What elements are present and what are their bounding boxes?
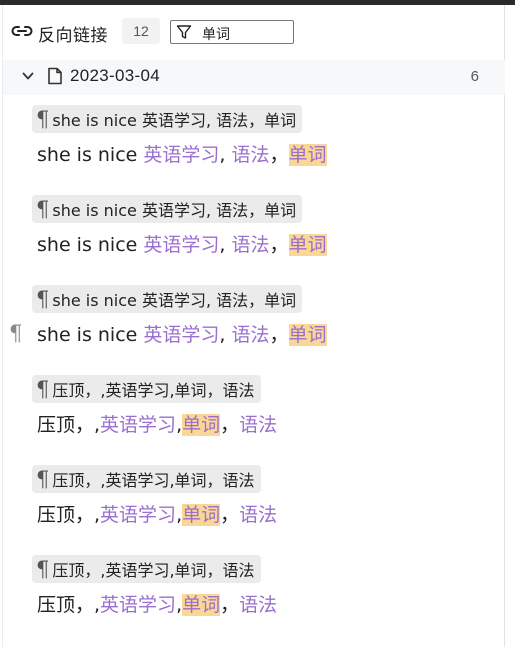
block-ref-text: she is nice 英语学习, 语法，单词 [52, 201, 297, 220]
highlighted-tag-link[interactable]: 单词 [288, 234, 327, 256]
backlink-block-ref[interactable]: ¶ she is nice 英语学习, 语法，单词 [32, 195, 303, 223]
highlighted-tag-link[interactable]: 单词 [182, 504, 221, 526]
backlink-block-ref[interactable]: ¶ she is nice 英语学习, 语法，单词 [32, 285, 303, 313]
tag-link[interactable]: 英语学习 [143, 144, 219, 166]
backlink-block-ref[interactable]: ¶ she is nice 英语学习, 语法，单词 [32, 105, 303, 133]
pilcrow-icon: ¶ [36, 107, 50, 131]
backlink-paragraph[interactable]: 压顶，,英语学习,单词，语法 [37, 590, 277, 617]
tag-link[interactable]: 语法 [232, 144, 270, 166]
paragraph-text: 压顶，, [37, 414, 101, 436]
tag-link[interactable]: 语法 [232, 234, 270, 256]
document-group-header[interactable]: 2023-03-04 6 [3, 60, 505, 95]
filter-icon [176, 25, 192, 39]
pilcrow-icon: ¶ [36, 557, 50, 581]
paragraph-text: she is nice [37, 324, 144, 346]
block-ref-text: 压顶，,英语学习,单词，语法 [52, 381, 255, 400]
window-top-bar [0, 0, 515, 5]
tag-link[interactable]: 语法 [239, 414, 277, 436]
highlighted-tag-link[interactable]: 单词 [288, 324, 327, 346]
tag-link[interactable]: 语法 [239, 504, 277, 526]
panel-left-border [2, 5, 3, 647]
separator-text: ， [220, 504, 240, 526]
backlinks-header: 反向链接 12 单词 [0, 14, 505, 50]
tag-link[interactable]: 英语学习 [143, 234, 219, 256]
highlighted-tag-link[interactable]: 单词 [182, 414, 221, 436]
tag-link[interactable]: 英语学习 [143, 324, 219, 346]
pilcrow-icon: ¶ [36, 467, 50, 491]
panel-title: 反向链接 [38, 26, 108, 46]
group-count: 6 [470, 68, 479, 85]
pilcrow-icon: ¶ [36, 287, 50, 311]
block-ref-text: she is nice 英语学习, 语法，单词 [52, 111, 297, 130]
separator-text: ， [269, 144, 289, 166]
tag-link[interactable]: 英语学习 [100, 594, 176, 616]
backlink-paragraph[interactable]: 压顶，,英语学习,单词，语法 [37, 410, 277, 437]
paragraph-text: she is nice [37, 234, 144, 256]
link-icon [11, 26, 33, 36]
separator-text: ， [269, 234, 289, 256]
paragraph-text: 压顶，, [37, 594, 101, 616]
backlink-block-ref[interactable]: ¶ 压顶，,英语学习,单词，语法 [32, 465, 261, 493]
backlink-paragraph[interactable]: 压顶，,英语学习,单词，语法 [37, 500, 277, 527]
backlink-block-ref[interactable]: ¶ 压顶，,英语学习,单词，语法 [32, 375, 261, 403]
block-ref-text: 压顶，,英语学习,单词，语法 [52, 471, 255, 490]
highlighted-tag-link[interactable]: 单词 [182, 594, 221, 616]
highlighted-tag-link[interactable]: 单词 [288, 144, 327, 166]
panel-right-border [504, 5, 505, 647]
separator-text: , [219, 234, 232, 256]
separator-text: ， [220, 594, 240, 616]
block-ref-text: she is nice 英语学习, 语法，单词 [52, 291, 297, 310]
pilcrow-icon: ¶ [36, 197, 50, 221]
separator-text: , [219, 324, 232, 346]
paragraph-text: she is nice [37, 144, 144, 166]
tag-link[interactable]: 语法 [232, 324, 270, 346]
paragraph-text: 压顶，, [37, 504, 101, 526]
backlink-block-ref[interactable]: ¶ 压顶，,英语学习,单词，语法 [32, 555, 261, 583]
backlink-paragraph[interactable]: she is nice 英语学习, 语法，单词 [37, 230, 327, 257]
separator-text: ， [269, 324, 289, 346]
backlink-count: 12 [122, 18, 160, 44]
block-ref-text: 压顶，,英语学习,单词，语法 [52, 561, 255, 580]
tag-link[interactable]: 英语学习 [100, 504, 176, 526]
chevron-down-icon[interactable] [21, 69, 35, 83]
filter-value: 单词 [202, 27, 230, 43]
pilcrow-icon: ¶ [36, 377, 50, 401]
backlink-paragraph[interactable]: she is nice 英语学习, 语法，单词 [37, 140, 327, 167]
document-icon [48, 67, 62, 85]
filter-input[interactable]: 单词 [170, 20, 294, 44]
pilcrow-icon[interactable]: ¶ [9, 321, 22, 345]
tag-link[interactable]: 语法 [239, 594, 277, 616]
backlink-paragraph[interactable]: she is nice 英语学习, 语法，单词 [37, 320, 327, 347]
separator-text: ， [220, 414, 240, 436]
separator-text: , [219, 144, 232, 166]
tag-link[interactable]: 英语学习 [100, 414, 176, 436]
document-title[interactable]: 2023-03-04 [70, 66, 160, 86]
